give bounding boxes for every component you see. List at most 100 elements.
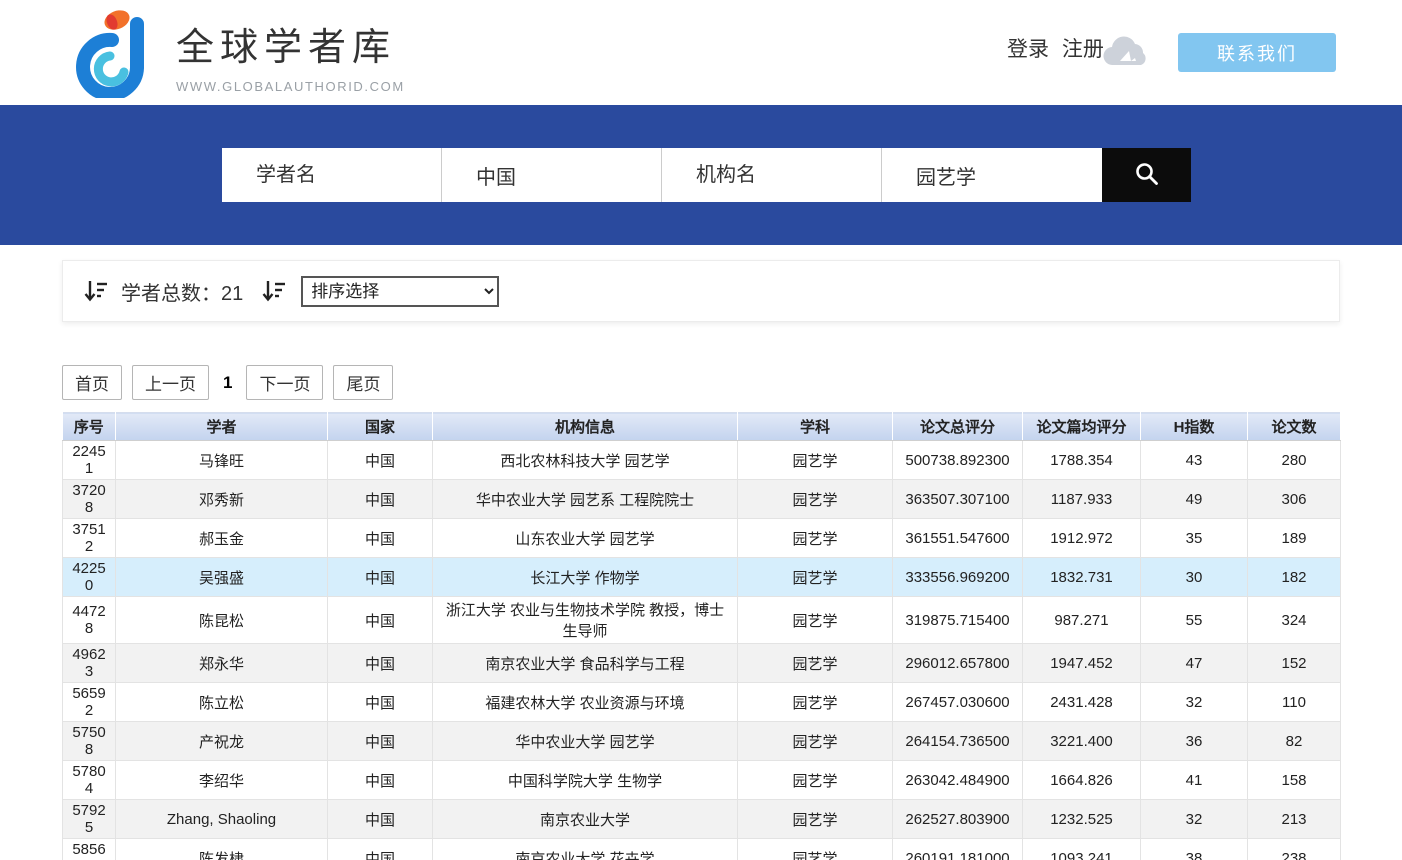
cell-country: 中国 [328, 558, 433, 597]
cell-h-index: 49 [1141, 480, 1248, 519]
cell-scholar: 吴强盛 [116, 558, 328, 597]
cell-avg-score: 1947.452 [1023, 644, 1141, 683]
cell-subject: 园艺学 [738, 800, 893, 839]
table-row[interactable]: 56592陈立松中国福建农林大学 农业资源与环境园艺学267457.030600… [63, 683, 1341, 722]
cell-subject: 园艺学 [738, 761, 893, 800]
cell-avg-score: 1232.525 [1023, 800, 1141, 839]
cell-rank: 57804 [63, 761, 116, 800]
cell-papers: 280 [1248, 441, 1341, 480]
sort-descending-icon [261, 278, 287, 304]
cell-papers: 306 [1248, 480, 1341, 519]
sort-descending-icon [83, 278, 109, 304]
cell-total-score: 296012.657800 [893, 644, 1023, 683]
cell-country: 中国 [328, 800, 433, 839]
last-page-button[interactable]: 尾页 [333, 365, 393, 400]
cell-avg-score: 2431.428 [1023, 683, 1141, 722]
cell-rank: 22451 [63, 441, 116, 480]
cloud-icon [1100, 33, 1152, 71]
cell-total-score: 262527.803900 [893, 800, 1023, 839]
column-header: 学者 [116, 413, 328, 441]
cell-rank: 49623 [63, 644, 116, 683]
next-page-button[interactable]: 下一页 [246, 365, 323, 400]
cell-country: 中国 [328, 441, 433, 480]
cell-papers: 110 [1248, 683, 1341, 722]
cell-country: 中国 [328, 480, 433, 519]
site-url: WWW.GLOBALAUTHORID.COM [176, 79, 405, 94]
site-title: 全球学者库 [176, 16, 405, 71]
cell-h-index: 30 [1141, 558, 1248, 597]
sort-select[interactable]: 排序选择 [301, 276, 499, 307]
cell-institution: 浙江大学 农业与生物技术学院 教授，博士生导师 [433, 597, 738, 644]
scholar-name-input[interactable] [222, 148, 442, 202]
contact-button[interactable]: 联系我们 [1178, 33, 1336, 72]
cell-total-score: 333556.969200 [893, 558, 1023, 597]
login-link[interactable]: 登录 [1007, 38, 1049, 61]
cell-scholar: 陈发棣 [116, 839, 328, 860]
cell-institution: 中国科学院大学 生物学 [433, 761, 738, 800]
cell-h-index: 32 [1141, 800, 1248, 839]
cell-scholar: 郑永华 [116, 644, 328, 683]
scholar-table-body: 22451马锋旺中国西北农林科技大学 园艺学园艺学500738.89230017… [63, 441, 1341, 860]
cell-country: 中国 [328, 761, 433, 800]
table-row[interactable]: 49623郑永华中国南京农业大学 食品科学与工程园艺学296012.657800… [63, 644, 1341, 683]
cell-h-index: 32 [1141, 683, 1248, 722]
first-page-button[interactable]: 首页 [62, 365, 122, 400]
table-row[interactable]: 22451马锋旺中国西北农林科技大学 园艺学园艺学500738.89230017… [63, 441, 1341, 480]
subject-input[interactable] [882, 148, 1102, 202]
country-input[interactable] [442, 148, 662, 202]
cell-avg-score: 1664.826 [1023, 761, 1141, 800]
cell-papers: 324 [1248, 597, 1341, 644]
cell-subject: 园艺学 [738, 644, 893, 683]
register-link[interactable]: 注册 [1062, 38, 1104, 61]
current-page-number: 1 [223, 373, 232, 393]
cell-scholar: 郝玉金 [116, 519, 328, 558]
cell-rank: 57508 [63, 722, 116, 761]
search-button[interactable] [1102, 148, 1191, 202]
site-logo-icon[interactable] [66, 6, 158, 98]
cell-rank: 57925 [63, 800, 116, 839]
cell-institution: 山东农业大学 园艺学 [433, 519, 738, 558]
cell-h-index: 38 [1141, 839, 1248, 860]
table-row[interactable]: 37208邓秀新中国华中农业大学 园艺系 工程院院士园艺学363507.3071… [63, 480, 1341, 519]
cell-scholar: 马锋旺 [116, 441, 328, 480]
table-row[interactable]: 44728陈昆松中国浙江大学 农业与生物技术学院 教授，博士生导师园艺学3198… [63, 597, 1341, 644]
cell-scholar: 陈昆松 [116, 597, 328, 644]
cell-avg-score: 1093.241 [1023, 839, 1141, 860]
prev-page-button[interactable]: 上一页 [132, 365, 209, 400]
cell-papers: 182 [1248, 558, 1341, 597]
search-icon [1134, 161, 1160, 190]
table-row[interactable]: 57508产祝龙中国华中农业大学 园艺学园艺学264154.7365003221… [63, 722, 1341, 761]
cell-avg-score: 1832.731 [1023, 558, 1141, 597]
table-row[interactable]: 42250吴强盛中国长江大学 作物学园艺学333556.9692001832.7… [63, 558, 1341, 597]
institution-input[interactable] [662, 148, 882, 202]
cell-scholar: 陈立松 [116, 683, 328, 722]
column-header: H指数 [1141, 413, 1248, 441]
cell-total-score: 263042.484900 [893, 761, 1023, 800]
cell-country: 中国 [328, 519, 433, 558]
cell-avg-score: 3221.400 [1023, 722, 1141, 761]
cell-avg-score: 1912.972 [1023, 519, 1141, 558]
table-row[interactable]: 57925Zhang, Shaoling中国南京农业大学园艺学262527.80… [63, 800, 1341, 839]
column-header: 论文篇均评分 [1023, 413, 1141, 441]
cell-scholar: 产祝龙 [116, 722, 328, 761]
cell-institution: 西北农林科技大学 园艺学 [433, 441, 738, 480]
column-header: 国家 [328, 413, 433, 441]
cell-institution: 华中农业大学 园艺学 [433, 722, 738, 761]
cell-scholar: 李绍华 [116, 761, 328, 800]
cell-subject: 园艺学 [738, 441, 893, 480]
column-header: 学科 [738, 413, 893, 441]
site-header: 全球学者库 WWW.GLOBALAUTHORID.COM 登录 注册 联系我们 [0, 0, 1402, 105]
cell-scholar: 邓秀新 [116, 480, 328, 519]
cell-h-index: 36 [1141, 722, 1248, 761]
cell-country: 中国 [328, 597, 433, 644]
cell-h-index: 41 [1141, 761, 1248, 800]
brand: 全球学者库 WWW.GLOBALAUTHORID.COM [176, 16, 405, 94]
cell-rank: 56592 [63, 683, 116, 722]
table-row[interactable]: 57804李绍华中国中国科学院大学 生物学园艺学263042.484900166… [63, 761, 1341, 800]
table-row[interactable]: 58568陈发棣中国南京农业大学 花卉学园艺学260191.1810001093… [63, 839, 1341, 860]
table-row[interactable]: 37512郝玉金中国山东农业大学 园艺学园艺学361551.5476001912… [63, 519, 1341, 558]
cell-country: 中国 [328, 839, 433, 860]
column-header: 序号 [63, 413, 116, 441]
cell-country: 中国 [328, 683, 433, 722]
cell-rank: 37208 [63, 480, 116, 519]
